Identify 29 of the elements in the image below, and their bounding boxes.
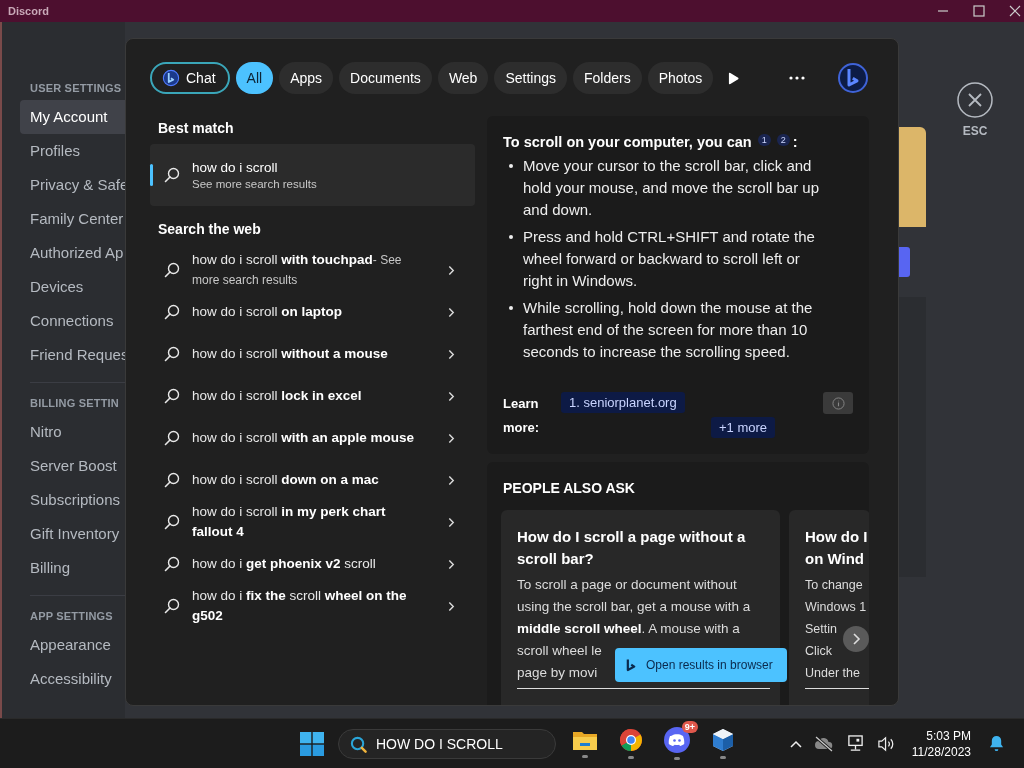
esc-label: ESC: [962, 124, 988, 138]
time-text: 5:03 PM: [926, 727, 971, 744]
result-title: how do i scroll: [192, 160, 279, 175]
notification-badge: 9+: [681, 721, 698, 733]
section-heading: BILLING SETTIN: [30, 397, 119, 409]
section-heading: Best match: [157, 120, 235, 136]
question-title: How do I scroll a page without a scroll bar?: [517, 527, 747, 569]
answer-text: Press and hold CTRL+SHIFT and rotate the wheel forward or backward to scroll left or right in Windows.: [523, 227, 816, 291]
answer-colon: :: [792, 134, 798, 150]
answer-text: Windows 1: [805, 599, 867, 616]
answer-text: Settin: [805, 621, 837, 638]
section-heading: PEOPLE ALSO ASK: [503, 480, 636, 496]
section-heading: USER SETTINGS: [30, 82, 122, 94]
answer-text: page by movi: [517, 664, 598, 682]
section-heading: APP SETTINGS: [30, 610, 113, 622]
answer-text: To change: [805, 577, 863, 594]
answer-text: scroll wheel le: [517, 642, 602, 660]
section-heading: Search the web: [157, 221, 262, 237]
window-title: Discord: [8, 5, 49, 17]
question-title: How do I: [805, 527, 869, 547]
answer-text: Move your cursor to the scroll bar, click and hold your mouse, and move the scroll bar up and down.: [523, 156, 820, 220]
question-title: on Wind: [805, 549, 865, 569]
answer-title: To scroll on your computer, you can: [503, 134, 752, 150]
learn-more-label: Learn more:: [503, 395, 541, 437]
result-subtitle: See more search results: [192, 178, 317, 190]
answer-text: While scrolling, hold down the mouse at the farthest end of the screen for more than 10 seconds to increase the scrolling speed.: [523, 298, 814, 362]
answer-text: Under the: [805, 665, 860, 682]
date-text: 11/28/2023: [911, 743, 971, 760]
answer-text: Click: [805, 643, 833, 660]
